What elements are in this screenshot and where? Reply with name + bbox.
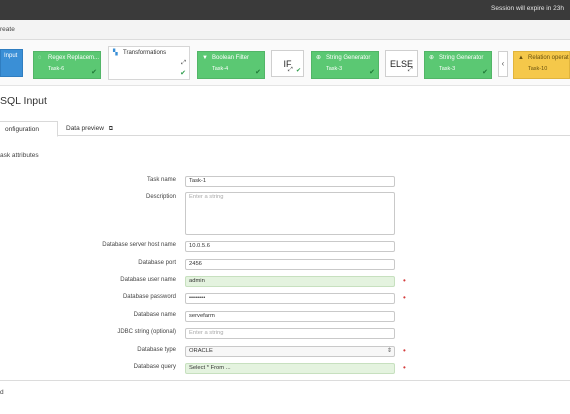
transform-icon: ▚ bbox=[113, 50, 118, 56]
footer-text: d bbox=[0, 389, 4, 396]
expand-icon[interactable]: ⤢ bbox=[408, 67, 413, 74]
port-input[interactable]: 2456 bbox=[185, 259, 395, 270]
label-query: Database query bbox=[133, 364, 176, 370]
expand-icon[interactable]: ⤢ bbox=[181, 60, 186, 67]
pipeline-node-boolean-filter[interactable]: ▼ Boolean Filter Task-4 ✔ bbox=[197, 51, 265, 79]
task-name-input[interactable]: Task-1 bbox=[185, 176, 395, 187]
user-input[interactable]: admin bbox=[185, 276, 395, 287]
required-indicator: • bbox=[403, 363, 406, 372]
node-task: Task-4 bbox=[212, 66, 229, 72]
check-icon: ✔ bbox=[482, 69, 488, 76]
jdbc-input[interactable]: Enter a string bbox=[185, 328, 395, 339]
tab-configuration[interactable]: onfiguration bbox=[0, 121, 58, 137]
pipeline-node-relation-operator[interactable]: ▲ Relation operato Task-10 bbox=[513, 51, 570, 79]
node-title: Input bbox=[4, 53, 18, 59]
section-title: ask attributes bbox=[0, 152, 39, 159]
required-indicator: • bbox=[403, 346, 406, 355]
tab-bar: onfiguration Data preview ⧉ bbox=[0, 121, 570, 137]
tab-label: Data preview bbox=[66, 125, 104, 132]
tab-data-preview[interactable]: Data preview ⧉ bbox=[60, 121, 119, 136]
check-icon: ✔ bbox=[91, 69, 97, 76]
chevron-left-icon[interactable]: ‹ bbox=[498, 51, 508, 77]
node-task: Task-3 bbox=[439, 66, 456, 72]
page-title: SQL Input bbox=[0, 95, 47, 107]
pipeline-node-if[interactable]: IF ⤢ ✔ bbox=[271, 50, 304, 77]
label-port: Database port bbox=[138, 260, 176, 266]
password-input[interactable]: •••••••• bbox=[185, 293, 395, 304]
divider bbox=[0, 380, 570, 381]
node-task: Task-10 bbox=[528, 66, 548, 72]
required-indicator: • bbox=[403, 276, 406, 285]
label-password: Database password bbox=[122, 294, 176, 300]
pipeline-node-else[interactable]: ELSE ⤢ bbox=[385, 50, 418, 77]
generator-icon: ⊕ bbox=[316, 55, 322, 61]
check-icon: ✔ bbox=[255, 69, 261, 76]
pipeline-node-string-generator-1[interactable]: ⊕ String Generator Task-3 ✔ bbox=[311, 51, 379, 79]
label-dbtype: Database type bbox=[137, 347, 176, 353]
query-input[interactable]: Select * From ... bbox=[185, 363, 395, 374]
label-jdbc: JDBC string (optional) bbox=[117, 329, 176, 335]
dbname-input[interactable]: servefarm bbox=[185, 311, 395, 322]
host-input[interactable]: 10.0.5.6 bbox=[185, 241, 395, 252]
expand-icon[interactable]: ⤢ bbox=[288, 67, 293, 74]
check-icon: ✔ bbox=[180, 70, 186, 77]
pipeline-node-string-generator-2[interactable]: ⊕ String Generator Task-3 ✔ bbox=[424, 51, 492, 79]
label-user: Database user name bbox=[120, 277, 176, 283]
top-bar: Session will expire in 23h bbox=[0, 0, 570, 20]
label-description: Description bbox=[145, 194, 176, 200]
node-task: Task-6 bbox=[48, 66, 65, 72]
node-title: Transformations bbox=[123, 50, 167, 56]
label-task-name: Task name bbox=[146, 177, 176, 183]
pipeline-node-sql-input[interactable]: Input bbox=[0, 49, 23, 77]
create-label[interactable]: reate bbox=[0, 26, 15, 33]
pipeline-node-regex-replace[interactable]: ◌ Regex Replacem... Task-6 ✔ bbox=[33, 51, 101, 79]
required-indicator: • bbox=[403, 293, 406, 302]
regex-icon: ◌ bbox=[38, 55, 42, 61]
label-dbname: Database name bbox=[133, 312, 176, 318]
pipeline-canvas: Input ◌ Regex Replacem... Task-6 ✔ ▚ Tra… bbox=[0, 40, 570, 86]
check-icon: ✔ bbox=[369, 69, 375, 76]
description-textarea[interactable]: Enter a string bbox=[185, 192, 395, 235]
session-expiry-text: Session will expire in 23h bbox=[491, 5, 564, 12]
generator-icon: ⊕ bbox=[429, 55, 435, 61]
dbtype-select[interactable]: ORACLE ⇕ bbox=[185, 346, 395, 357]
sub-toolbar: reate bbox=[0, 20, 570, 40]
node-task: Task-3 bbox=[326, 66, 343, 72]
filter-icon: ▼ bbox=[202, 55, 208, 61]
warning-icon: ▲ bbox=[518, 55, 524, 61]
dbtype-value: ORACLE bbox=[189, 348, 213, 354]
select-arrows-icon: ⇕ bbox=[386, 348, 392, 354]
label-host: Database server host name bbox=[102, 242, 176, 248]
check-icon: ✔ bbox=[296, 68, 302, 74]
pipeline-node-transformations[interactable]: ▚ Transformations ⤢ ✔ bbox=[108, 46, 190, 80]
external-link-icon: ⧉ bbox=[108, 126, 114, 132]
